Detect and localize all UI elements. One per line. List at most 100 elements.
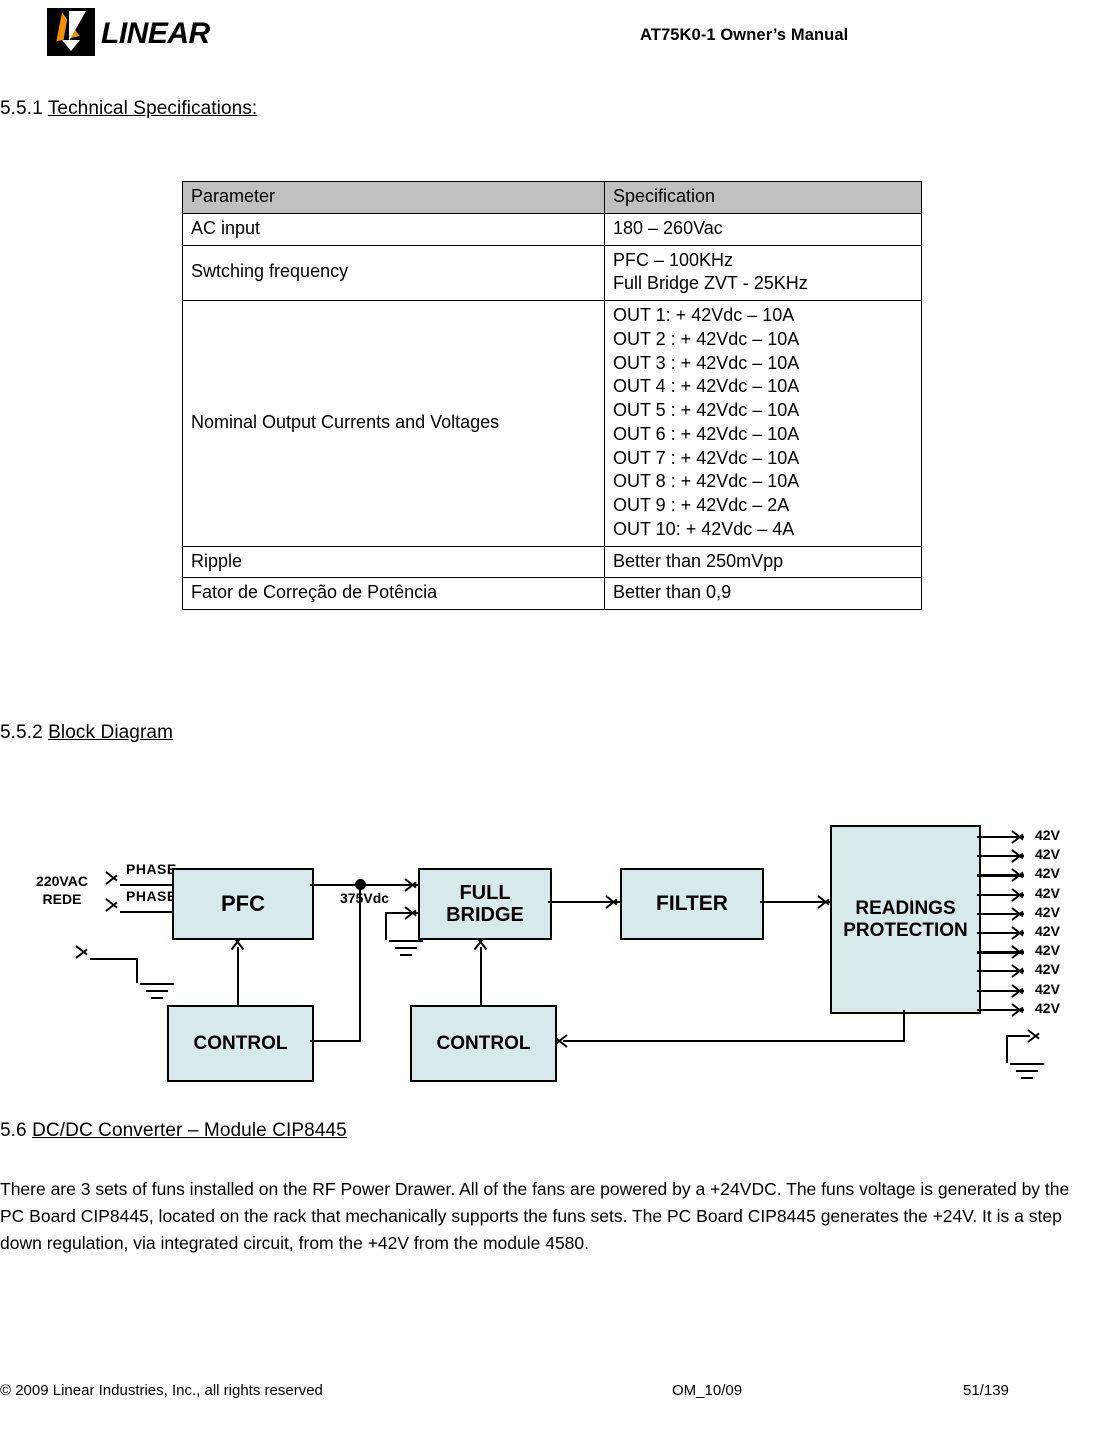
earth-wire-v — [136, 958, 138, 983]
heading-title: Block Diagram — [48, 722, 173, 743]
heading-technical-specifications: 5.5.1 Technical Specifications: — [0, 98, 257, 120]
cell-parameter: Swtching frequency — [182, 244, 605, 301]
cell-specification: OUT 1: + 42Vdc – 10A OUT 2 : + 42Vdc – 10… — [604, 300, 922, 547]
output-ground-wire — [1006, 1035, 1030, 1037]
output-arrow-icon — [1012, 945, 1025, 959]
readings-feedback-arrow-icon — [553, 1034, 566, 1048]
output-voltage-label: 42V — [1035, 904, 1060, 920]
block-readings-protection: READINGS PROTECTION — [830, 825, 981, 1014]
linear-logo: LINEAR — [47, 8, 210, 56]
output-ground-arrow-icon — [1028, 1029, 1041, 1043]
control-left-to-pfc-wire — [237, 947, 239, 1005]
input-source-label: 220VAC REDE — [36, 873, 88, 907]
table-row: Swtching frequency PFC – 100KHz Full Brid… — [182, 244, 922, 301]
heading-number: 5.5.2 — [0, 722, 43, 743]
technical-specifications-table: Parameter Specification AC input 180 – 2… — [182, 181, 922, 610]
output-arrow-icon — [1012, 926, 1025, 940]
output-voltage-label: 42V — [1035, 846, 1060, 862]
fb-input-top-arrow-icon — [405, 878, 418, 892]
output-arrow-icon — [1012, 984, 1025, 998]
heading-block-diagram: 5.5.2 Block Diagram — [0, 722, 173, 744]
phase2-arrow-icon — [106, 898, 119, 912]
output-voltage-label: 42V — [1035, 827, 1060, 843]
spec-line: PFC – 100KHz — [613, 249, 734, 270]
control-right-to-fb-wire — [480, 947, 482, 1005]
cell-specification: Better than 250mVpp — [604, 545, 922, 579]
phase1-label: PHASE — [126, 861, 177, 877]
output-arrow-icon — [1012, 888, 1025, 902]
output-arrow-icon — [1012, 830, 1025, 844]
logo-white-wedge-icon — [69, 11, 86, 41]
dcdc-paragraph: There are 3 sets of funs installed on th… — [0, 1179, 1070, 1253]
block-filter: FILTER — [620, 868, 764, 940]
ground-symbol-output-icon — [1007, 1063, 1047, 1081]
table-row: Nominal Output Currents and Voltages OUT… — [182, 300, 922, 547]
phase1-wire — [120, 884, 173, 886]
document-title: AT75K0-1 Owner’s Manual — [640, 26, 849, 44]
block-pfc: PFC — [172, 868, 314, 940]
cell-parameter: Fator de Correção de Potência — [182, 577, 605, 610]
earth-wire-h — [90, 958, 138, 960]
table-row: AC input 180 – 260Vac — [182, 212, 922, 246]
spec-line: OUT 1: + 42Vdc – 10A — [613, 305, 795, 325]
heading-number: 5.5.1 — [0, 98, 43, 119]
output-voltage-label: 42V — [1035, 865, 1060, 881]
output-arrow-icon — [1012, 849, 1025, 863]
page: LINEAR AT75K0-1 Owner’s Manual 5.5.1 Tec… — [0, 0, 1101, 1429]
control-right-to-fb-arrow-icon — [474, 937, 488, 950]
block-diagram: 220VAC REDE PHASE PHASE PFC 375Vdc FULL … — [0, 790, 1101, 1110]
footer-page-number: 51/139 — [963, 1382, 1009, 1399]
block-full-bridge: FULL BRIDGE — [418, 868, 552, 940]
heading-dcdc-converter: 5.6 DC/DC Converter – Module CIP8445 — [0, 1120, 347, 1142]
logo-white-triangle-icon — [62, 40, 80, 51]
output-arrow-icon — [1012, 907, 1025, 921]
control-left-feedback-wire — [310, 1040, 360, 1042]
fb-input-bottom-arrow-icon — [405, 906, 418, 920]
readings-feedback-horizontal — [563, 1040, 905, 1042]
spec-line: OUT 7 : + 42Vdc – 10A — [613, 447, 800, 468]
spec-line: OUT 3 : + 42Vdc – 10A — [613, 352, 800, 373]
column-header-specification: Specification — [604, 181, 922, 214]
spec-line: OUT 6 : + 42Vdc – 10A — [613, 423, 800, 444]
fb-ground-riser — [385, 912, 387, 940]
logo-wordmark: LINEAR — [101, 17, 210, 50]
footer-copyright: © 2009 Linear Industries, Inc., all righ… — [0, 1382, 323, 1399]
cell-specification: 180 – 260Vac — [604, 212, 922, 246]
ground-symbol-input-icon — [137, 983, 177, 1001]
cell-parameter: Nominal Output Currents and Voltages — [182, 300, 605, 547]
footer-doc-code: OM_10/09 — [672, 1382, 743, 1399]
output-arrow-icon — [1012, 964, 1025, 978]
output-ground-riser — [1006, 1035, 1008, 1063]
output-voltage-label: 42V — [1035, 961, 1060, 977]
phase1-arrow-icon — [106, 871, 119, 885]
spec-line: OUT 4 : + 42Vdc – 10A — [613, 376, 800, 397]
table-header-row: Parameter Specification — [182, 181, 922, 214]
output-arrow-icon — [1012, 868, 1025, 882]
phase2-label: PHASE — [126, 888, 177, 904]
spec-line: OUT 9 : + 42Vdc – 2A — [613, 495, 790, 515]
bus-vertical-wire — [359, 884, 361, 1042]
output-voltage-label: 42V — [1035, 981, 1060, 997]
heading-title: Technical Specifications: — [47, 98, 258, 119]
spec-line: OUT 2 : + 42Vdc – 10A — [613, 328, 800, 349]
readings-feedback-vertical — [903, 1010, 905, 1042]
control-left-to-pfc-arrow-icon — [231, 937, 245, 950]
spec-line-list: OUT 1: + 42Vdc – 10A OUT 2 : + 42Vdc – 10… — [613, 304, 913, 542]
block-control-right: CONTROL — [410, 1005, 557, 1082]
spec-line-list: PFC – 100KHz Full Bridge ZVT - 25KHz — [613, 249, 913, 297]
output-voltage-label: 42V — [1035, 942, 1060, 958]
heading-number: 5.6 — [0, 1120, 27, 1141]
output-arrow-icon — [1012, 1003, 1025, 1017]
fb-to-filter-arrow-icon — [606, 895, 619, 909]
earth-input-arrow-icon — [76, 945, 89, 959]
table-row: Ripple Better than 250mVpp — [182, 545, 922, 579]
output-voltage-label: 42V — [1035, 885, 1060, 901]
cell-parameter: Ripple — [182, 545, 605, 579]
output-voltage-label: 42V — [1035, 1000, 1060, 1016]
cell-specification: PFC – 100KHz Full Bridge ZVT - 25KHz — [604, 244, 922, 301]
ground-symbol-bus-icon — [386, 940, 426, 958]
cell-specification: Better than 0,9 — [604, 577, 922, 610]
output-voltage-label: 42V — [1035, 923, 1060, 939]
bus-voltage-label: 375Vdc — [340, 890, 390, 906]
block-control-left: CONTROL — [167, 1005, 314, 1082]
